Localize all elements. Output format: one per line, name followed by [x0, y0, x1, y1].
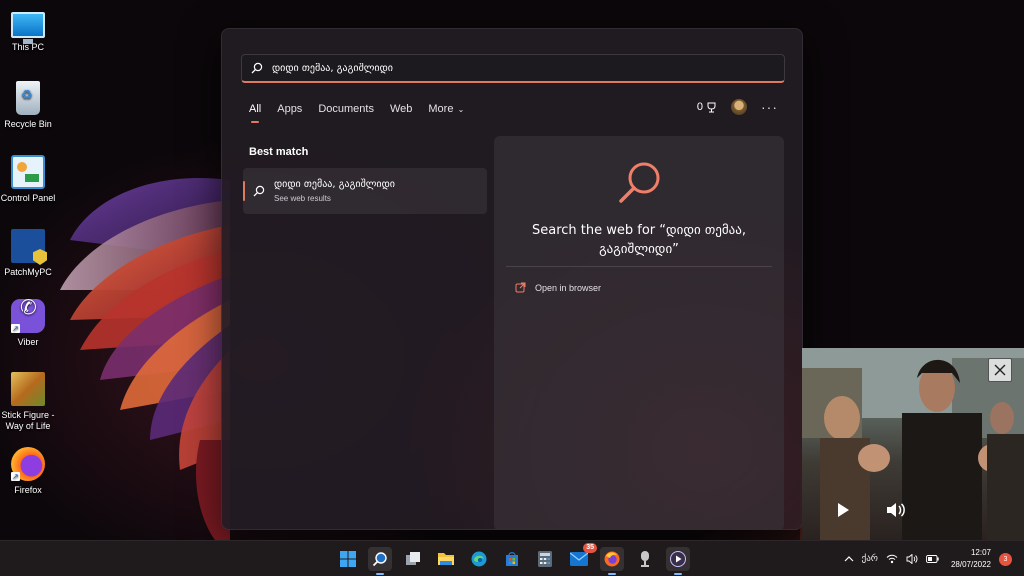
firefox-icon: ↗	[11, 447, 45, 481]
file-explorer-icon	[438, 553, 454, 565]
desktop-icon-label: PatchMyPC	[4, 267, 52, 277]
desktop-icon-this-pc[interactable]: This PC	[0, 8, 56, 53]
desktop-icon-recycle-bin[interactable]: Recycle Bin	[0, 81, 56, 130]
clock-time: 12:07	[970, 548, 991, 557]
search-panel: All Apps Documents Web More ⌄ 0 ··· Best…	[221, 28, 803, 530]
rewards-points-value: 0	[696, 101, 703, 113]
show-hidden-icons-button[interactable]	[844, 556, 854, 562]
windows-start-icon	[340, 551, 356, 567]
close-icon	[994, 364, 1006, 376]
search-icon	[242, 62, 272, 74]
taskbar-search-button[interactable]	[368, 547, 392, 575]
viber-icon: ↗	[11, 299, 45, 333]
tab-apps[interactable]: Apps	[277, 103, 302, 123]
desktop-icon-label: Firefox	[14, 485, 42, 495]
volume-button[interactable]	[886, 502, 906, 523]
notification-badge[interactable]: 3	[999, 552, 1012, 566]
task-view-icon	[406, 552, 420, 565]
start-button[interactable]	[336, 547, 360, 571]
play-icon	[838, 503, 849, 517]
chevron-down-icon: ⌄	[455, 105, 465, 114]
game-icon	[11, 372, 45, 406]
control-panel-icon	[11, 155, 45, 189]
trophy-icon	[707, 102, 716, 112]
task-view-button[interactable]	[401, 547, 425, 571]
video-overlay[interactable]	[802, 348, 1024, 540]
more-options-icon[interactable]: ···	[761, 99, 778, 115]
search-input[interactable]	[272, 55, 784, 81]
taskbar-media-player[interactable]	[666, 547, 690, 575]
result-subtitle: See web results	[274, 194, 331, 203]
mail-icon	[570, 552, 588, 566]
open-in-browser-link[interactable]: Open in browser	[515, 282, 601, 293]
search-icon	[372, 552, 387, 567]
play-button[interactable]	[835, 502, 851, 523]
clock[interactable]: 12:07 28/07/2022	[951, 547, 991, 571]
language-indicator[interactable]: ქარ	[862, 554, 878, 564]
taskbar-mail[interactable]: 35	[567, 543, 597, 571]
desktop-icon-patchmypc[interactable]: PatchMyPC	[0, 229, 56, 278]
shortcut-arrow-icon: ↗	[11, 324, 20, 333]
search-filter-tabs: All Apps Documents Web More ⌄	[249, 103, 480, 123]
taskbar-calculator[interactable]	[533, 547, 557, 571]
calculator-icon	[538, 551, 552, 567]
tab-web[interactable]: Web	[390, 103, 412, 123]
taskbar-media-app[interactable]	[633, 547, 657, 571]
taskbar-edge[interactable]	[467, 547, 491, 571]
divider	[506, 266, 772, 267]
desktop-icon-label: Viber	[17, 337, 39, 347]
store-icon	[506, 552, 518, 566]
media-app-icon	[641, 551, 649, 567]
user-avatar[interactable]	[731, 99, 747, 115]
media-player-icon	[670, 551, 686, 567]
preview-pane: Search the web for “დიდი თემაა, გაგიშლიდ…	[494, 136, 784, 529]
open-in-browser-label: Open in browser	[535, 282, 602, 293]
wifi-icon[interactable]	[886, 554, 898, 564]
rewards-points[interactable]: 0	[697, 101, 717, 113]
search-box[interactable]	[241, 54, 785, 83]
desktop-icon-stick-figure[interactable]: Stick Figure - Way of Life	[0, 372, 56, 432]
best-match-heading: Best match	[249, 146, 309, 158]
result-title: დიდი თემაა, გაგიშლიდი	[274, 179, 395, 190]
volume-icon	[887, 503, 905, 517]
system-tray: ქარ 12:07 28/07/2022 3	[836, 541, 1012, 576]
search-icon	[253, 184, 265, 202]
taskbar-firefox[interactable]	[600, 547, 624, 575]
tab-more[interactable]: More ⌄	[428, 103, 464, 123]
desktop-icon-viber[interactable]: ↗ Viber	[0, 299, 56, 348]
desktop-icon-label: Stick Figure - Way of Life	[1, 410, 55, 431]
best-match-result[interactable]: დიდი თემაა, გაგიშლიდი See web results	[243, 168, 487, 214]
desktop-icon-label: Control Panel	[0, 193, 56, 203]
desktop-icon-control-panel[interactable]: Control Panel	[0, 155, 56, 204]
edge-icon	[471, 551, 487, 567]
battery-icon[interactable]	[926, 555, 939, 563]
chevron-up-icon	[844, 556, 854, 562]
taskbar: 35 ქარ 12:07 28/07/2022 3	[0, 540, 1024, 576]
search-header-actions: 0 ···	[697, 99, 778, 115]
tab-all[interactable]: All	[249, 103, 261, 123]
web-search-icon	[616, 160, 662, 211]
taskbar-store[interactable]	[500, 547, 524, 571]
patchmypc-icon	[11, 229, 45, 263]
clock-date: 28/07/2022	[950, 560, 991, 569]
open-external-icon	[515, 282, 526, 293]
volume-icon[interactable]	[906, 554, 918, 564]
shortcut-arrow-icon: ↗	[11, 472, 20, 481]
preview-title: Search the web for “დიდი თემაა, გაგიშლიდ…	[531, 223, 746, 257]
selection-indicator	[243, 181, 245, 201]
recycle-bin-icon	[16, 81, 40, 115]
taskbar-file-explorer[interactable]	[434, 547, 458, 571]
monitor-icon	[11, 12, 45, 44]
firefox-icon	[604, 551, 620, 567]
mail-unread-badge: 35	[583, 543, 597, 553]
desktop-icon-firefox[interactable]: ↗ Firefox	[0, 447, 56, 496]
close-video-button[interactable]	[988, 358, 1012, 382]
desktop-icon-label: Recycle Bin	[4, 119, 52, 129]
tab-documents[interactable]: Documents	[318, 103, 374, 123]
tab-more-label: More	[428, 103, 454, 115]
